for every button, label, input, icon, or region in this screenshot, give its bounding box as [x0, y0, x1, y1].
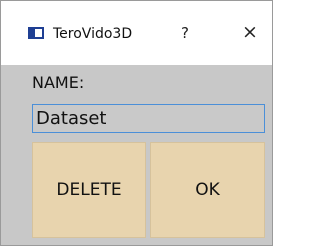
- ok-button-label: OK: [195, 180, 220, 200]
- ok-button[interactable]: OK: [150, 142, 265, 238]
- name-input[interactable]: [32, 104, 265, 133]
- delete-button-label: DELETE: [56, 180, 122, 200]
- close-icon[interactable]: ×: [241, 22, 259, 42]
- dialog-window: TeroVido3D ? × NAME: DELETE OK: [0, 0, 273, 246]
- help-icon[interactable]: ?: [178, 23, 192, 43]
- delete-button[interactable]: DELETE: [32, 142, 146, 238]
- title-bar: TeroVido3D ? ×: [1, 1, 272, 65]
- window-title: TeroVido3D: [53, 26, 133, 42]
- name-label: NAME:: [32, 73, 85, 92]
- app-window-icon: [28, 27, 44, 39]
